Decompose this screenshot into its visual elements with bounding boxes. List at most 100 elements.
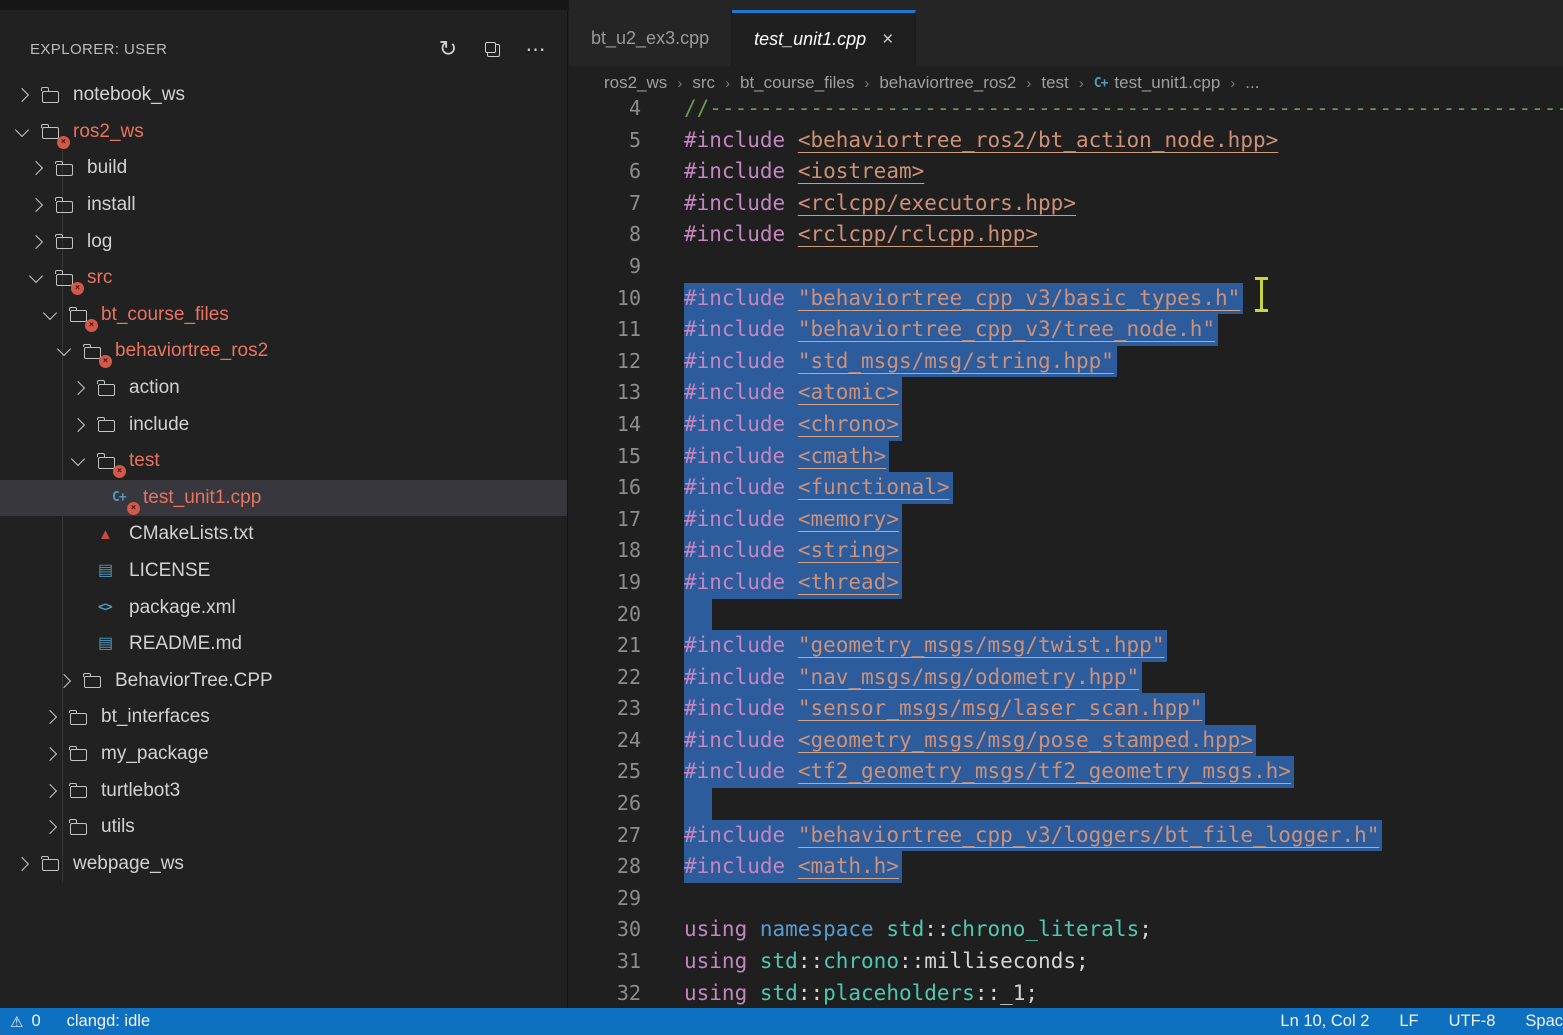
chevron-down-icon[interactable] — [42, 312, 70, 318]
code-line[interactable]: 26 — [569, 788, 1563, 820]
chevron-right-icon[interactable] — [28, 237, 56, 247]
code-line[interactable]: 7#include <rclcpp/executors.hpp> — [569, 188, 1563, 220]
tab-test_unit1.cpp[interactable]: test_unit1.cpp× — [732, 10, 916, 66]
tree-item-include[interactable]: include — [0, 406, 567, 443]
tree-item-README.md[interactable]: ▤README.md — [0, 626, 567, 663]
chevron-right-icon[interactable] — [42, 712, 70, 722]
code-line[interactable]: 17#include <memory> — [569, 504, 1563, 536]
tree-item-src[interactable]: ×src — [0, 260, 567, 297]
chevron-glyph — [71, 452, 85, 466]
chevron-right-icon[interactable] — [42, 822, 70, 832]
tree-item-BehaviorTree.CPP[interactable]: BehaviorTree.CPP — [0, 663, 567, 700]
eol-indicator[interactable]: LF — [1399, 1012, 1418, 1031]
code-line[interactable]: 16#include <functional> — [569, 472, 1563, 504]
code-line[interactable]: 32using std::placeholders::_1; — [569, 978, 1563, 1010]
line-number: 27 — [569, 820, 641, 852]
code-token: :: — [924, 917, 949, 941]
tree-item-turtlebot3[interactable]: turtlebot3 — [0, 772, 567, 809]
tree-item-action[interactable]: action — [0, 370, 567, 407]
code-line[interactable]: 27 #include "behaviortree_cpp_v3/loggers/… — [569, 820, 1563, 852]
code-line[interactable]: 4//-------------------------------------… — [569, 93, 1563, 125]
code-line[interactable]: 23#include "sensor_msgs/msg/laser_scan.h… — [569, 693, 1563, 725]
selection-highlight: #include "behaviortree_cpp_v3/loggers/bt… — [684, 820, 1382, 852]
tree-item-install[interactable]: install — [0, 187, 567, 224]
tree-item-package.xml[interactable]: <>package.xml — [0, 589, 567, 626]
tree-item-utils[interactable]: utils — [0, 809, 567, 846]
folder-glyph — [70, 823, 87, 835]
tree-item-CMakeLists.txt[interactable]: ▲CMakeLists.txt — [0, 516, 567, 553]
chevron-right-icon[interactable] — [70, 420, 98, 430]
tree-item-bt_interfaces[interactable]: bt_interfaces — [0, 699, 567, 736]
collapse-folders-icon[interactable] — [477, 34, 507, 64]
tree-item-bt_course_files[interactable]: ×bt_course_files — [0, 297, 567, 334]
breadcrumb-item[interactable]: ros2_ws — [604, 73, 667, 93]
breadcrumb-item[interactable]: src — [692, 73, 715, 93]
code-line[interactable]: 14#include <chrono> — [569, 409, 1563, 441]
cursor-position[interactable]: Ln 10, Col 2 — [1280, 1012, 1369, 1031]
breadcrumb-item[interactable]: test_unit1.cpp — [1114, 73, 1220, 93]
code-line[interactable]: 10#include "behaviortree_cpp_v3/basic_ty… — [569, 283, 1563, 315]
chevron-down-icon[interactable] — [70, 458, 98, 464]
chevron-right-icon[interactable] — [28, 163, 56, 173]
code-line[interactable]: 15#include <cmath> — [569, 441, 1563, 473]
clangd-status[interactable]: clangd: idle — [67, 1012, 150, 1031]
tab-bar: bt_u2_ex3.cpptest_unit1.cpp× — [569, 0, 1563, 66]
code-line[interactable]: 21#include "geometry_msgs/msg/twist.hpp" — [569, 630, 1563, 662]
status-bar: ⚠ 0 clangd: idle Ln 10, Col 2 LF UTF-8 S… — [0, 1008, 1563, 1035]
chevron-down-icon[interactable] — [28, 275, 56, 281]
code-line[interactable]: 5#include <behaviortree_ros2/bt_action_n… — [569, 125, 1563, 157]
code-line[interactable]: 30using namespace std::chrono_literals; — [569, 914, 1563, 946]
more-actions-icon[interactable]: ⋯ — [521, 34, 551, 64]
tree-item-build[interactable]: build — [0, 150, 567, 187]
tree-item-LICENSE[interactable]: ▤LICENSE — [0, 553, 567, 590]
chevron-right-icon[interactable] — [14, 90, 42, 100]
code-line[interactable]: 22#include "nav_msgs/msg/odometry.hpp" — [569, 662, 1563, 694]
chevron-right-icon[interactable] — [14, 859, 42, 869]
code-line[interactable]: 24#include <geometry_msgs/msg/pose_stamp… — [569, 725, 1563, 757]
chevron-right-icon[interactable] — [70, 383, 98, 393]
tree-item-ros2_ws[interactable]: ×ros2_ws — [0, 114, 567, 151]
tab-bt_u2_ex3.cpp[interactable]: bt_u2_ex3.cpp — [569, 10, 732, 66]
code-line[interactable]: 25#include <tf2_geometry_msgs/tf2_geomet… — [569, 756, 1563, 788]
tree-item-test_unit1.cpp[interactable]: C+×test_unit1.cpp — [0, 480, 567, 517]
code-line[interactable]: 13#include <atomic> — [569, 377, 1563, 409]
code-line[interactable]: 6#include <iostream> — [569, 156, 1563, 188]
code-line[interactable]: 20 — [569, 599, 1563, 631]
code-line[interactable]: 31using std::chrono::milliseconds; — [569, 946, 1563, 978]
tree-item-log[interactable]: log — [0, 223, 567, 260]
breadcrumb-item[interactable]: behaviortree_ros2 — [879, 73, 1016, 93]
code-line[interactable]: 9 — [569, 251, 1563, 283]
chevron-right-icon[interactable] — [56, 676, 84, 686]
code-line[interactable]: 29 — [569, 883, 1563, 915]
code-line[interactable]: 19#include <thread> — [569, 567, 1563, 599]
code-line[interactable]: 12#include "std_msgs/msg/string.hpp" — [569, 346, 1563, 378]
selection-highlight: #include <atomic> — [684, 377, 902, 409]
code-line[interactable]: 28#include <math.h> — [569, 851, 1563, 883]
file-tree: notebook_ws×ros2_wsbuildinstalllog×src×b… — [0, 77, 567, 882]
chevron-down-icon[interactable] — [56, 348, 84, 354]
problems-status[interactable]: ⚠ 0 clangd: idle — [10, 1012, 150, 1031]
chevron-right-icon[interactable] — [42, 786, 70, 796]
tree-item-notebook_ws[interactable]: notebook_ws — [0, 77, 567, 114]
breadcrumb-item[interactable]: test — [1041, 73, 1068, 93]
chevron-right-icon[interactable] — [42, 749, 70, 759]
tree-item-my_package[interactable]: my_package — [0, 736, 567, 773]
code-token: #include — [684, 128, 785, 152]
refresh-explorer-icon[interactable]: ↻ — [433, 34, 463, 64]
chevron-down-icon[interactable] — [14, 129, 42, 135]
breadcrumb-item[interactable]: bt_course_files — [740, 73, 854, 93]
close-icon[interactable]: × — [882, 30, 893, 49]
breadcrumb-item[interactable]: ... — [1245, 73, 1259, 93]
tree-item-behaviortree_ros2[interactable]: ×behaviortree_ros2 — [0, 333, 567, 370]
code-line[interactable]: 18#include <string> — [569, 535, 1563, 567]
indentation-indicator[interactable]: Spac — [1525, 1012, 1563, 1031]
tree-item-webpage_ws[interactable]: webpage_ws — [0, 845, 567, 882]
code-line[interactable]: 11#include "behaviortree_cpp_v3/tree_nod… — [569, 314, 1563, 346]
tree-item-test[interactable]: ×test — [0, 443, 567, 480]
code-line[interactable]: 8#include <rclcpp/rclcpp.hpp> — [569, 219, 1563, 251]
code-area[interactable]: 4//-------------------------------------… — [569, 93, 1563, 1009]
chevron-right-icon[interactable] — [28, 200, 56, 210]
book-glyph: ▤ — [98, 636, 113, 652]
encoding-indicator[interactable]: UTF-8 — [1449, 1012, 1496, 1031]
line-content: #include "behaviortree_cpp_v3/loggers/bt… — [684, 820, 1382, 852]
